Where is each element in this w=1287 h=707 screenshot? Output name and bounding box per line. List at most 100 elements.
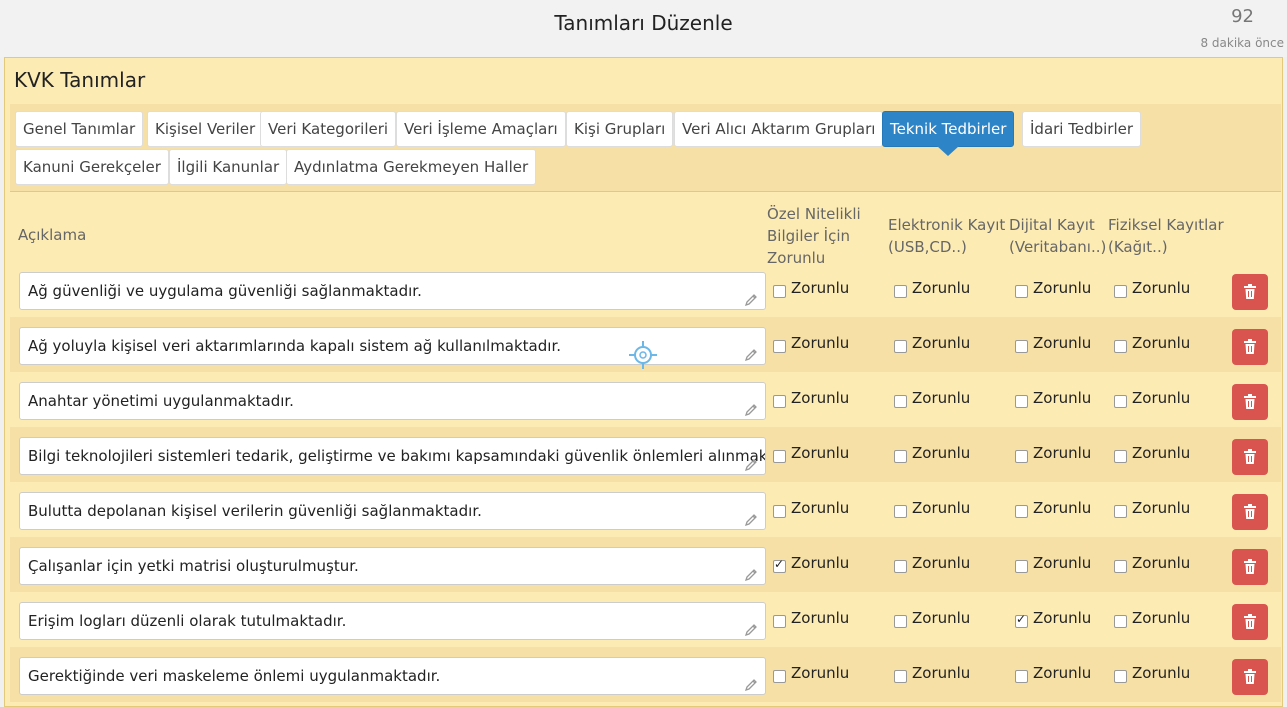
checkbox-elektronik[interactable] xyxy=(894,285,907,298)
delete-button[interactable] xyxy=(1232,659,1268,695)
checkbox-label-dijital: Zorunlu xyxy=(1033,444,1092,462)
pencil-icon[interactable] xyxy=(744,449,758,472)
checkbox-dijital[interactable] xyxy=(1015,670,1028,683)
checkbox-label-ozel: Zorunlu xyxy=(791,499,850,517)
checkbox-ozel[interactable] xyxy=(773,340,786,353)
tab-kisi-gruplari[interactable]: Kişi Grupları xyxy=(566,111,674,147)
checkbox-label-fiziksel: Zorunlu xyxy=(1132,664,1191,682)
pencil-icon[interactable] xyxy=(744,559,758,582)
header-aciklama: Açıklama xyxy=(18,226,87,244)
header-fiziksel-line1: Fiziksel Kayıtlar xyxy=(1108,216,1224,234)
checkbox-ozel[interactable] xyxy=(773,557,786,573)
pencil-icon[interactable] xyxy=(744,669,758,692)
tab-kisisel-veriler[interactable]: Kişisel Veriler xyxy=(147,111,264,147)
checkbox-dijital[interactable] xyxy=(1015,285,1028,298)
description-text: Ağ güvenliği ve uygulama güvenliği sağla… xyxy=(28,282,422,300)
tab-teknik-tedbirler[interactable]: Teknik Tedbirler xyxy=(882,111,1015,156)
pencil-icon[interactable] xyxy=(744,394,758,417)
delete-button[interactable] xyxy=(1232,549,1268,585)
tab-ilgili-kanunlar[interactable]: İlgili Kanunlar xyxy=(169,149,288,185)
description-text: Ağ yoluyla kişisel veri aktarımlarında k… xyxy=(28,337,561,355)
delete-button[interactable] xyxy=(1232,494,1268,530)
description-field[interactable]: Erişim logları düzenli olarak tutulmakta… xyxy=(19,602,766,640)
table-row: Erişim logları düzenli olarak tutulmakta… xyxy=(10,592,1281,647)
checkbox-label-dijital: Zorunlu xyxy=(1033,499,1092,517)
checkbox-dijital[interactable] xyxy=(1015,340,1028,353)
checkbox-label-fiziksel: Zorunlu xyxy=(1132,499,1191,517)
checkbox-elektronik[interactable] xyxy=(894,450,907,463)
table-row: Bulutta depolanan kişisel verilerin güve… xyxy=(10,482,1281,537)
header-ozel-nitelikli: Özel Nitelikli Bilgiler İçin Zorunlu xyxy=(767,203,861,269)
checkbox-ozel[interactable] xyxy=(773,615,786,628)
checkbox-label-elektronik: Zorunlu xyxy=(912,334,971,352)
checkbox-ozel[interactable] xyxy=(773,395,786,408)
description-field[interactable]: Gerektiğinde veri maskeleme önlemi uygul… xyxy=(19,657,766,695)
checkbox-elektronik[interactable] xyxy=(894,615,907,628)
checkbox-ozel[interactable] xyxy=(773,505,786,518)
description-field[interactable]: Anahtar yönetimi uygulanmaktadır. xyxy=(19,382,766,420)
description-field[interactable]: Ağ güvenliği ve uygulama güvenliği sağla… xyxy=(19,272,766,310)
delete-button[interactable] xyxy=(1232,274,1268,310)
description-text: Bilgi teknolojileri sistemleri tedarik, … xyxy=(28,447,766,465)
checkbox-elektronik[interactable] xyxy=(894,505,907,518)
tab-kanuni-gerekceler[interactable]: Kanuni Gerekçeler xyxy=(15,149,169,185)
tab-idari-tedbirler[interactable]: İdari Tedbirler xyxy=(1022,111,1142,147)
checkbox-dijital[interactable] xyxy=(1015,450,1028,463)
description-text: Anahtar yönetimi uygulanmaktadır. xyxy=(28,392,294,410)
tab-aydinlatma-gerekmeyen-haller[interactable]: Aydınlatma Gerekmeyen Haller xyxy=(286,149,537,185)
tab-veri-alici-aktarim-gruplari[interactable]: Veri Alıcı Aktarım Grupları xyxy=(674,111,884,147)
pencil-icon[interactable] xyxy=(744,284,758,307)
checkbox-label-ozel: Zorunlu xyxy=(791,609,850,627)
delete-button[interactable] xyxy=(1232,384,1268,420)
checkbox-fiziksel[interactable] xyxy=(1114,560,1127,573)
checkbox-label-ozel: Zorunlu xyxy=(791,279,850,297)
checkbox-elektronik[interactable] xyxy=(894,395,907,408)
description-field[interactable]: Bilgi teknolojileri sistemleri tedarik, … xyxy=(19,437,766,475)
checkbox-fiziksel[interactable] xyxy=(1114,285,1127,298)
checkbox-fiziksel[interactable] xyxy=(1114,340,1127,353)
checkbox-dijital[interactable] xyxy=(1015,395,1028,408)
checkbox-elektronik[interactable] xyxy=(894,560,907,573)
checkbox-label-dijital: Zorunlu xyxy=(1033,334,1092,352)
checkbox-label-elektronik: Zorunlu xyxy=(912,554,971,572)
delete-button[interactable] xyxy=(1232,329,1268,365)
delete-button[interactable] xyxy=(1232,439,1268,475)
checkbox-fiziksel[interactable] xyxy=(1114,395,1127,408)
checkbox-label-elektronik: Zorunlu xyxy=(912,499,971,517)
description-field[interactable]: Bulutta depolanan kişisel verilerin güve… xyxy=(19,492,766,530)
checkbox-dijital[interactable] xyxy=(1015,612,1028,628)
checkbox-label-ozel: Zorunlu xyxy=(791,554,850,572)
tab-bar: Genel Tanımlar Kişisel Veriler Veri Kate… xyxy=(10,104,1281,192)
checkbox-dijital[interactable] xyxy=(1015,560,1028,573)
checkbox-label-fiziksel: Zorunlu xyxy=(1132,334,1191,352)
tab-genel-tanimlar[interactable]: Genel Tanımlar xyxy=(15,111,144,147)
description-field[interactable]: Çalışanlar için yetki matrisi oluşturulm… xyxy=(19,547,766,585)
pencil-icon[interactable] xyxy=(744,614,758,637)
tab-veri-isleme-amaclari[interactable]: Veri İşleme Amaçları xyxy=(396,111,566,147)
pencil-icon[interactable] xyxy=(744,504,758,527)
checkbox-fiziksel[interactable] xyxy=(1114,450,1127,463)
header-fiziksel-line2: (Kağıt..) xyxy=(1108,238,1168,256)
checkbox-elektronik[interactable] xyxy=(894,340,907,353)
crosshair-icon xyxy=(629,341,657,369)
tab-veri-kategorileri[interactable]: Veri Kategorileri xyxy=(260,111,397,147)
checkbox-label-fiziksel: Zorunlu xyxy=(1132,444,1191,462)
table-row: Anahtar yönetimi uygulanmaktadır. Zorunlu… xyxy=(10,372,1281,427)
checkbox-ozel[interactable] xyxy=(773,450,786,463)
checkbox-fiziksel[interactable] xyxy=(1114,670,1127,683)
header-elektronik-line2: (USB,CD..) xyxy=(888,238,967,256)
checkbox-dijital[interactable] xyxy=(1015,505,1028,518)
checkbox-ozel[interactable] xyxy=(773,285,786,298)
header-ozel-line2: Bilgiler İçin xyxy=(767,227,850,245)
counter-value: 92 xyxy=(1231,6,1254,27)
checkbox-fiziksel[interactable] xyxy=(1114,505,1127,518)
description-text: Çalışanlar için yetki matrisi oluşturulm… xyxy=(28,557,359,575)
checkbox-fiziksel[interactable] xyxy=(1114,615,1127,628)
checkbox-label-ozel: Zorunlu xyxy=(791,389,850,407)
checkbox-elektronik[interactable] xyxy=(894,670,907,683)
pencil-icon[interactable] xyxy=(744,339,758,362)
table-row: Gerektiğinde veri maskeleme önlemi uygul… xyxy=(10,647,1281,702)
description-text: Erişim logları düzenli olarak tutulmakta… xyxy=(28,612,347,630)
checkbox-ozel[interactable] xyxy=(773,670,786,683)
delete-button[interactable] xyxy=(1232,604,1268,640)
